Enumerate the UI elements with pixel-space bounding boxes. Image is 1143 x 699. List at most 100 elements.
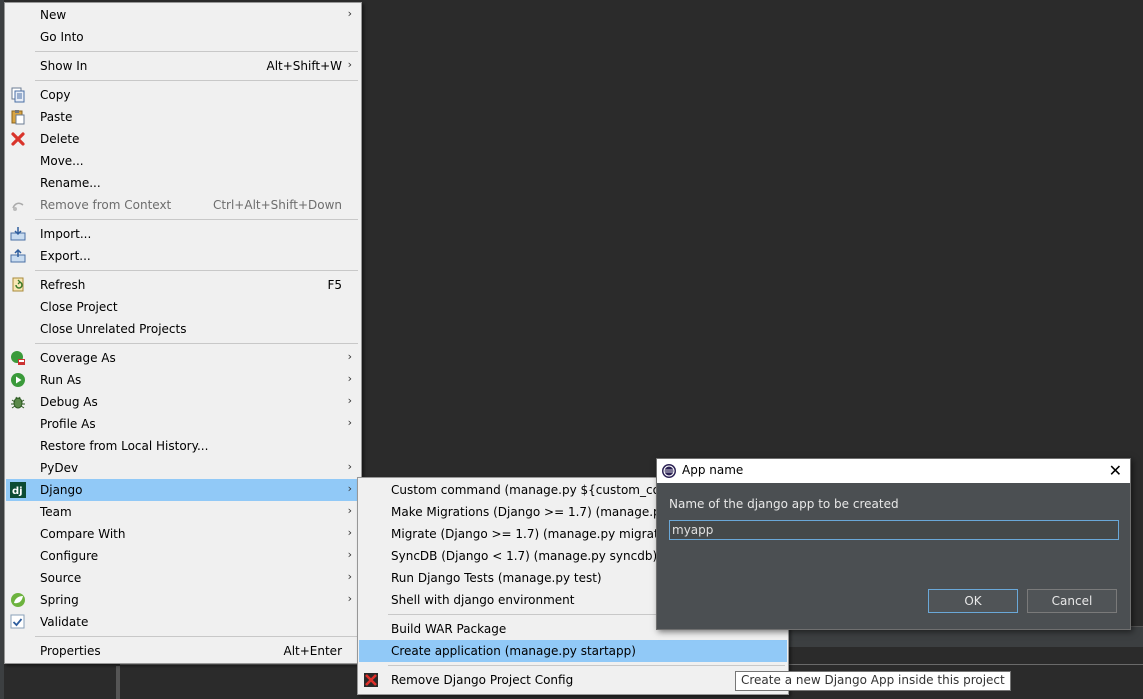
check-icon	[10, 614, 25, 629]
submenu-item-label: Create application (manage.py startapp)	[391, 644, 636, 658]
submenu-arrow-icon: ›	[347, 7, 352, 20]
submenu-item-label: Remove Django Project Config	[391, 673, 574, 687]
menu-item-import[interactable]: Import...	[6, 223, 360, 245]
submenu-arrow-icon: ›	[347, 460, 352, 473]
menu-item-restore-local-history[interactable]: Restore from Local History...	[6, 435, 360, 457]
menu-item-label: Validate	[40, 615, 89, 629]
submenu-item-create-application[interactable]: Create application (manage.py startapp)	[359, 640, 787, 662]
export-icon	[10, 248, 26, 263]
menu-item-refresh[interactable]: Refresh F5	[6, 274, 360, 296]
menu-item-label: Copy	[40, 88, 71, 102]
menu-item-properties[interactable]: Properties Alt+Enter	[6, 640, 360, 662]
cancel-button[interactable]: Cancel	[1027, 589, 1117, 613]
menu-item-label: Close Unrelated Projects	[40, 322, 187, 336]
menu-item-label: Team	[40, 505, 72, 519]
menu-item-spring[interactable]: Spring ›	[6, 589, 360, 611]
coverage-icon	[11, 351, 25, 365]
menu-item-rename[interactable]: Rename...	[6, 172, 360, 194]
menu-item-label: Django	[40, 483, 83, 497]
menu-item-label: Configure	[40, 549, 99, 563]
menu-item-shortcut: Alt+Shift+W	[266, 59, 343, 73]
menu-item-label: Profile As	[40, 417, 96, 431]
menu-separator	[388, 665, 785, 666]
menu-item-label: Debug As	[40, 395, 98, 409]
menu-item-close-unrelated-projects[interactable]: Close Unrelated Projects	[6, 318, 360, 340]
menu-item-label: Properties	[40, 644, 101, 658]
menu-item-label: Delete	[40, 132, 80, 146]
menu-item-label: Show In	[40, 59, 88, 73]
menu-item-label: Go Into	[40, 30, 84, 44]
menu-item-team[interactable]: Team ›	[6, 501, 360, 523]
spring-icon	[11, 593, 25, 607]
debug-icon	[11, 396, 25, 409]
submenu-arrow-icon: ›	[347, 350, 352, 363]
menu-item-source[interactable]: Source ›	[6, 567, 360, 589]
menu-separator	[35, 636, 358, 637]
app-name-input[interactable]	[669, 520, 1119, 540]
menu-item-show-in[interactable]: Show In Alt+Shift+W ›	[6, 55, 360, 77]
paste-icon	[11, 110, 25, 125]
menu-item-move[interactable]: Move...	[6, 150, 360, 172]
menu-item-label: Import...	[40, 227, 92, 241]
menu-item-validate[interactable]: Validate	[6, 611, 360, 633]
menu-item-label: Compare With	[40, 527, 126, 541]
menu-item-label: PyDev	[40, 461, 79, 475]
menu-item-copy[interactable]: Copy	[6, 84, 360, 106]
menu-item-label: Close Project	[40, 300, 118, 314]
submenu-item-label: SyncDB (Django < 1.7) (manage.py syncdb)	[391, 549, 658, 563]
menu-item-go-into[interactable]: Go Into	[6, 26, 360, 48]
menu-item-paste[interactable]: Paste	[6, 106, 360, 128]
menu-item-label: Refresh	[40, 278, 86, 292]
menu-item-django[interactable]: dj Django ›	[6, 479, 360, 501]
svg-text:dj: dj	[12, 486, 23, 497]
menu-item-configure[interactable]: Configure ›	[6, 545, 360, 567]
menu-item-compare-with[interactable]: Compare With ›	[6, 523, 360, 545]
menu-item-label: Spring	[40, 593, 79, 607]
menu-item-remove-from-context: Remove from Context Ctrl+Alt+Shift+Down	[6, 194, 360, 216]
app-name-dialog: App name ✕ Name of the django app to be …	[656, 458, 1131, 630]
submenu-arrow-icon: ›	[347, 592, 352, 605]
ok-button[interactable]: OK	[928, 589, 1018, 613]
menu-separator	[35, 80, 358, 81]
submenu-item-remove-django-config[interactable]: Remove Django Project Config	[359, 669, 787, 691]
menu-item-shortcut: F5	[327, 278, 342, 292]
submenu-arrow-icon: ›	[347, 548, 352, 561]
submenu-item-label: Migrate (Django >= 1.7) (manage.py migra…	[391, 527, 671, 541]
dialog-titlebar[interactable]: App name ✕	[657, 459, 1130, 483]
menu-item-export[interactable]: Export...	[6, 245, 360, 267]
submenu-arrow-icon: ›	[347, 504, 352, 517]
panel-divider-vertical	[116, 666, 120, 699]
menu-separator	[35, 51, 358, 52]
menu-item-delete[interactable]: Delete	[6, 128, 360, 150]
submenu-arrow-icon: ›	[347, 482, 352, 495]
menu-item-label: Paste	[40, 110, 73, 124]
menu-item-label: Move...	[40, 154, 84, 168]
close-icon[interactable]: ✕	[1109, 461, 1122, 480]
menu-item-label: Source	[40, 571, 82, 585]
menu-item-label: Remove from Context	[40, 198, 172, 212]
menu-item-shortcut: Ctrl+Alt+Shift+Down	[212, 198, 342, 212]
remove-config-icon	[364, 673, 378, 687]
menu-item-close-project[interactable]: Close Project	[6, 296, 360, 318]
dialog-prompt: Name of the django app to be created	[669, 497, 899, 511]
submenu-item-label: Build WAR Package	[391, 622, 507, 636]
django-icon: dj	[10, 482, 26, 498]
dialog-title: App name	[682, 463, 744, 477]
submenu-item-label: Run Django Tests (manage.py test)	[391, 571, 602, 585]
menu-item-label: Restore from Local History...	[40, 439, 209, 453]
menu-item-debug-as[interactable]: Debug As ›	[6, 391, 360, 413]
menu-item-profile-as[interactable]: Profile As ›	[6, 413, 360, 435]
menu-item-coverage-as[interactable]: Coverage As ›	[6, 347, 360, 369]
menu-separator	[35, 343, 358, 344]
menu-item-label: Run As	[40, 373, 82, 387]
submenu-arrow-icon: ›	[347, 570, 352, 583]
eclipse-icon	[662, 464, 676, 478]
delete-icon	[11, 132, 25, 146]
refresh-icon	[12, 277, 24, 292]
menu-item-pydev[interactable]: PyDev ›	[6, 457, 360, 479]
menu-separator	[35, 270, 358, 271]
context-menu: New › Go Into Show In Alt+Shift+W › Copy…	[4, 2, 362, 664]
menu-item-run-as[interactable]: Run As ›	[6, 369, 360, 391]
menu-item-new[interactable]: New ›	[6, 4, 360, 26]
menu-separator	[35, 219, 358, 220]
